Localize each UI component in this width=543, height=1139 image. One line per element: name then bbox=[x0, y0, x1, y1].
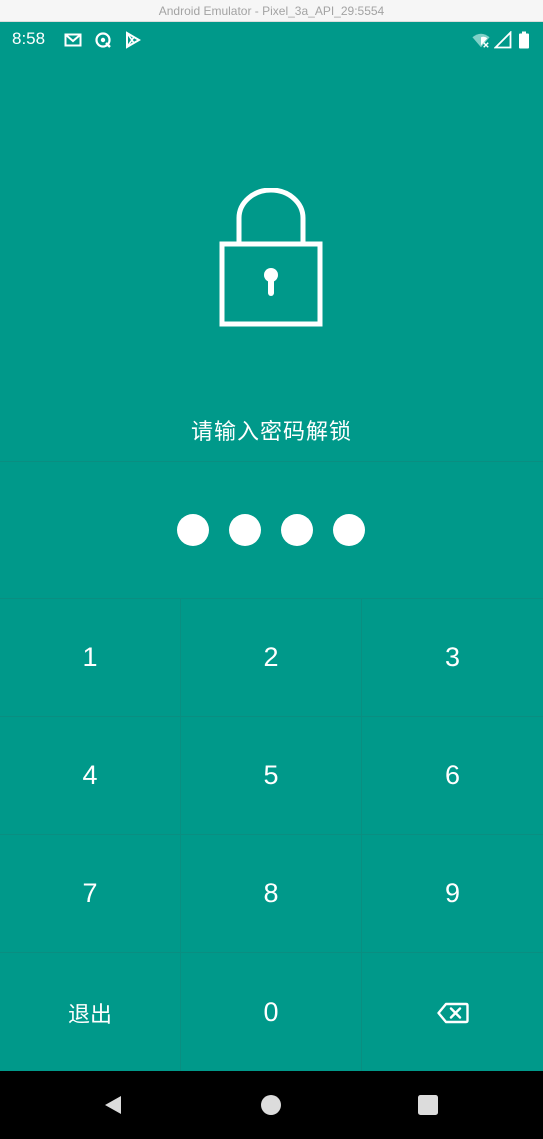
key-3[interactable]: 3 bbox=[362, 599, 543, 717]
key-1[interactable]: 1 bbox=[0, 599, 181, 717]
pin-dot-1 bbox=[177, 514, 209, 546]
pin-indicator bbox=[0, 462, 543, 599]
backspace-icon bbox=[436, 1002, 469, 1023]
recents-icon[interactable] bbox=[416, 1093, 440, 1117]
key-5[interactable]: 5 bbox=[181, 717, 362, 835]
sync-icon bbox=[95, 32, 111, 48]
lock-header: 请输入密码解锁 bbox=[0, 58, 543, 462]
padlock-icon bbox=[219, 188, 323, 327]
battery-icon bbox=[519, 31, 529, 49]
wifi-icon bbox=[472, 33, 490, 48]
status-bar: 8:58 bbox=[0, 22, 543, 58]
exit-button[interactable]: 退出 bbox=[0, 953, 181, 1072]
home-icon[interactable] bbox=[259, 1093, 283, 1117]
unlock-prompt: 请输入密码解锁 bbox=[190, 420, 352, 445]
gmail-icon bbox=[64, 33, 82, 47]
key-9[interactable]: 9 bbox=[362, 835, 543, 953]
pin-dot-2 bbox=[229, 514, 261, 546]
key-8[interactable]: 8 bbox=[181, 835, 362, 953]
key-2[interactable]: 2 bbox=[181, 599, 362, 717]
pin-dot-4 bbox=[333, 514, 365, 546]
status-time: 8:58 bbox=[12, 29, 46, 48]
play-store-icon bbox=[126, 31, 141, 49]
key-4[interactable]: 4 bbox=[0, 717, 181, 835]
key-6[interactable]: 6 bbox=[362, 717, 543, 835]
phone-screen: 8:58 请输入密码解锁 1 2 3 4 5 6 7 8 9 退出 0 bbox=[0, 22, 543, 1072]
emulator-title-bar: Android Emulator - Pixel_3a_API_29:5554 bbox=[0, 0, 543, 22]
delete-button[interactable] bbox=[362, 953, 543, 1072]
navigation-bar bbox=[0, 1071, 543, 1139]
keypad: 1 2 3 4 5 6 7 8 9 退出 0 bbox=[0, 598, 543, 1072]
key-7[interactable]: 7 bbox=[0, 835, 181, 953]
key-0[interactable]: 0 bbox=[181, 953, 362, 1072]
back-icon[interactable] bbox=[101, 1093, 125, 1117]
signal-icon bbox=[494, 31, 512, 49]
pin-dot-3 bbox=[281, 514, 313, 546]
